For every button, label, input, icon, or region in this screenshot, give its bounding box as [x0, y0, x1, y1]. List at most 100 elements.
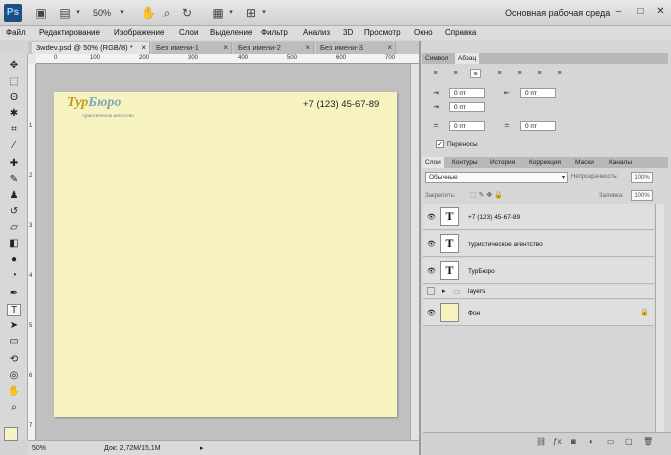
close-icon[interactable]: ×: [387, 42, 392, 54]
justify-center-icon[interactable]: ≡: [514, 69, 525, 78]
layer-row[interactable]: 👁 T ТурБюро: [423, 258, 654, 284]
eyedropper-tool-icon[interactable]: ⁄: [7, 140, 21, 152]
adjustment-layer-icon[interactable]: ◐: [589, 437, 594, 446]
mini-bridge-icon[interactable]: ▣: [34, 5, 48, 21]
menu-view[interactable]: Просмотр: [364, 27, 401, 39]
close-button[interactable]: ✕: [654, 5, 667, 18]
justify-all-icon[interactable]: ≡: [554, 69, 565, 78]
close-icon[interactable]: ×: [141, 42, 146, 54]
eraser-tool-icon[interactable]: ▱: [7, 222, 21, 234]
lasso-tool-icon[interactable]: ʘ: [7, 92, 21, 104]
shape-tool-icon[interactable]: ▭: [7, 336, 21, 348]
healing-brush-tool-icon[interactable]: ✚: [7, 158, 21, 170]
tab-untitled-2[interactable]: Без имени-2 ×: [234, 42, 314, 54]
space-before-field[interactable]: 0 пт: [449, 121, 485, 131]
justify-right-icon[interactable]: ≡: [534, 69, 545, 78]
menu-analysis[interactable]: Анализ: [303, 27, 330, 39]
chevron-down-icon[interactable]: ▾: [227, 5, 235, 21]
magic-wand-tool-icon[interactable]: ✱: [7, 108, 21, 120]
menu-file[interactable]: Файл: [6, 27, 26, 39]
screen-mode-icon[interactable]: ▤: [57, 5, 73, 21]
add-mask-icon[interactable]: ◙: [571, 437, 576, 446]
move-tool-icon[interactable]: ✥: [7, 60, 21, 72]
tab-masks[interactable]: Маски: [572, 157, 597, 168]
menu-help[interactable]: Справка: [445, 27, 476, 39]
tab-untitled-1[interactable]: Без имени-1 ×: [152, 42, 232, 54]
fill-field[interactable]: 100%: [631, 190, 653, 201]
gradient-tool-icon[interactable]: ◧: [7, 238, 21, 250]
layer-row[interactable]: 👁 T туристическое агентство: [423, 231, 654, 257]
tab-history[interactable]: История: [487, 157, 518, 168]
indent-right-field[interactable]: 0 пт: [520, 88, 556, 98]
close-icon[interactable]: ×: [223, 42, 228, 54]
status-menu-arrow-icon[interactable]: ▸: [200, 443, 204, 454]
lock-options-icons[interactable]: ⬚ ✎ ✥ 🔒: [470, 191, 503, 199]
blur-tool-icon[interactable]: ●: [7, 254, 21, 266]
document-canvas[interactable]: [54, 92, 397, 417]
canvas-logo-text[interactable]: ТурБюро: [67, 95, 121, 111]
foreground-color-swatch[interactable]: [4, 427, 18, 441]
hand-icon[interactable]: ✋: [141, 5, 156, 21]
align-right-icon[interactable]: ≡: [470, 69, 481, 78]
tab-layers[interactable]: Слои: [422, 157, 444, 168]
type-tool-icon[interactable]: T: [7, 304, 21, 316]
menu-window[interactable]: Окно: [414, 27, 433, 39]
delete-layer-icon[interactable]: 🗑: [643, 437, 653, 446]
layer-style-icon[interactable]: ƒx: [553, 437, 561, 446]
chevron-down-icon[interactable]: ▾: [74, 5, 82, 21]
chevron-down-icon[interactable]: ▾: [260, 5, 268, 21]
chevron-down-icon[interactable]: ▾: [118, 5, 126, 21]
clone-stamp-tool-icon[interactable]: ♟: [7, 190, 21, 202]
menu-3d[interactable]: 3D: [343, 27, 353, 39]
zoom-tool-icon[interactable]: ⌕: [7, 402, 21, 414]
close-icon[interactable]: ×: [305, 42, 310, 54]
layers-scrollbar[interactable]: [655, 204, 664, 432]
maximize-button[interactable]: □: [634, 5, 647, 18]
justify-left-icon[interactable]: ≡: [494, 69, 505, 78]
layer-group-row[interactable]: ▸ ▭ layers: [423, 285, 654, 299]
tab-paths[interactable]: Контуры: [449, 157, 481, 168]
tab-character[interactable]: Символ: [422, 53, 451, 64]
status-zoom-field[interactable]: 50%: [32, 443, 46, 454]
dodge-tool-icon[interactable]: ◔: [7, 270, 21, 282]
indent-left-field[interactable]: 0 пт: [449, 88, 485, 98]
screen-layout-icon[interactable]: ⊞: [243, 5, 259, 21]
brush-tool-icon[interactable]: ✎: [7, 174, 21, 186]
tab-paragraph[interactable]: Абзац: [455, 53, 480, 64]
menu-image[interactable]: Изображение: [114, 27, 164, 39]
marquee-tool-icon[interactable]: ⬚: [7, 76, 21, 88]
visibility-toggle-empty[interactable]: [427, 287, 435, 295]
menu-layers[interactable]: Слои: [179, 27, 198, 39]
path-selection-tool-icon[interactable]: ➤: [7, 320, 21, 332]
crop-tool-icon[interactable]: ⌗: [7, 124, 21, 136]
zoom-level-select[interactable]: 50%: [93, 5, 111, 21]
3d-orbit-tool-icon[interactable]: ◎: [7, 370, 21, 382]
first-line-indent-field[interactable]: 0 пт: [449, 102, 485, 112]
photoshop-logo[interactable]: Ps: [4, 4, 22, 22]
menu-filter[interactable]: Фильтр: [261, 27, 288, 39]
canvas-phone-text[interactable]: +7 (123) 45-67-89: [303, 99, 379, 110]
3d-rotate-tool-icon[interactable]: ⟲: [7, 354, 21, 366]
visibility-eye-icon[interactable]: 👁: [427, 213, 436, 221]
opacity-field[interactable]: 100%: [631, 172, 653, 183]
align-left-icon[interactable]: ≡: [430, 69, 441, 78]
minimize-button[interactable]: –: [612, 5, 625, 18]
visibility-eye-icon[interactable]: 👁: [427, 240, 436, 248]
zoom-icon[interactable]: ⌕: [160, 5, 174, 21]
link-layers-icon[interactable]: ⛓: [536, 437, 546, 446]
hand-tool-icon[interactable]: ✋: [7, 386, 21, 398]
tab-channels[interactable]: Каналы: [606, 157, 635, 168]
visibility-eye-icon[interactable]: 👁: [427, 267, 436, 275]
blend-mode-select[interactable]: Обычные ▾: [425, 172, 568, 183]
new-layer-icon[interactable]: ▢: [625, 437, 633, 446]
space-after-field[interactable]: 0 пт: [520, 121, 556, 131]
canvas-vertical-scrollbar[interactable]: [410, 64, 419, 440]
expand-arrow-icon[interactable]: ▸: [442, 287, 446, 295]
arrange-documents-icon[interactable]: ▦: [210, 5, 226, 21]
menu-edit[interactable]: Редактирование: [39, 27, 100, 39]
align-center-icon[interactable]: ≡: [450, 69, 461, 78]
layer-row[interactable]: 👁 T +7 (123) 45-67-89: [423, 204, 654, 230]
layer-row[interactable]: 👁 Фон 🔒: [423, 300, 654, 326]
rotate-view-icon[interactable]: ↻: [180, 5, 194, 21]
pen-tool-icon[interactable]: ✒: [7, 288, 21, 300]
